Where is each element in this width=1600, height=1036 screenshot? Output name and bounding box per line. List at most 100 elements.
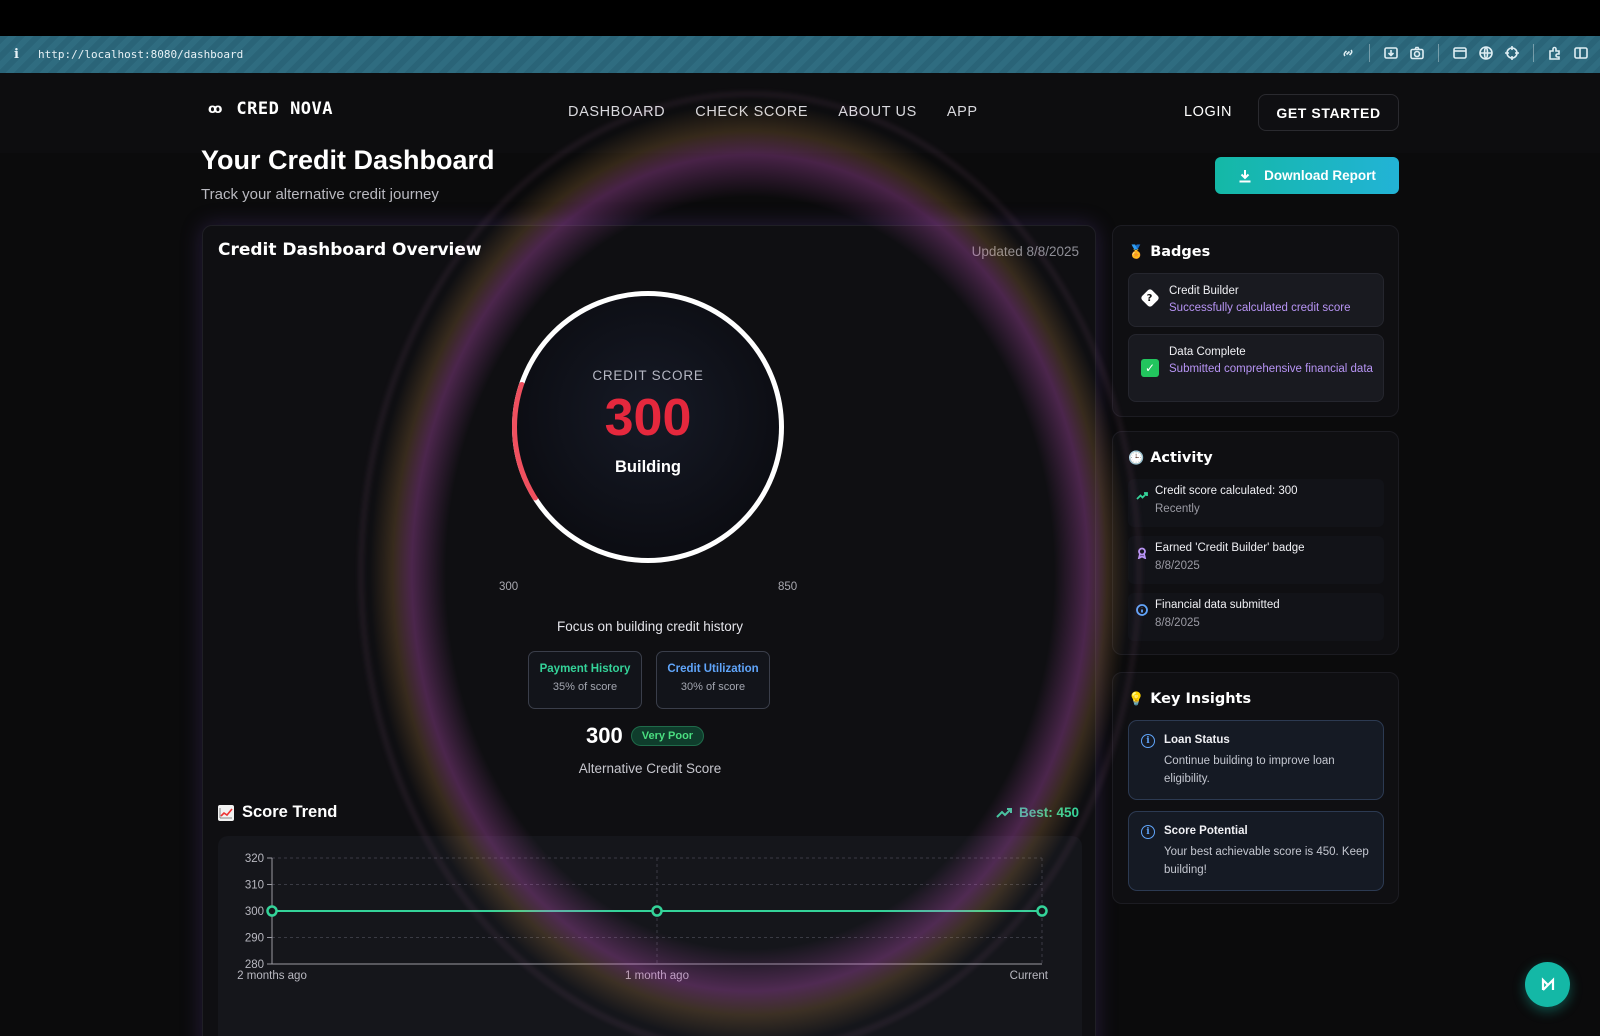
page: ꝏ CRED NOVA DASHBOARD CHECK SCORE ABOUT … xyxy=(0,73,1600,1036)
lightbulb-icon: 💡 xyxy=(1128,691,1145,707)
nav-link-check-score[interactable]: CHECK SCORE xyxy=(695,104,808,120)
check-icon: ✓ xyxy=(1141,359,1159,377)
logo[interactable]: ꝏ CRED NOVA xyxy=(208,99,333,119)
updated-date: Updated 8/8/2025 xyxy=(971,244,1079,259)
y-tick-label: 320 xyxy=(245,853,264,865)
terminal-icon[interactable] xyxy=(1451,44,1469,62)
score-trend-heading: Score Trend xyxy=(218,803,337,822)
y-tick-label: 300 xyxy=(245,906,264,918)
badge-name: Data Complete xyxy=(1169,346,1246,358)
activity-text: Financial data submitted xyxy=(1155,599,1280,611)
download-icon[interactable] xyxy=(1382,44,1400,62)
extensions-icon[interactable] xyxy=(1546,44,1564,62)
score-trend-title: Score Trend xyxy=(242,803,338,821)
toolbar-divider xyxy=(1533,44,1534,62)
os-top-bar xyxy=(0,0,1600,36)
badge-data-complete[interactable]: ✓ Data Complete Submitted comprehensive … xyxy=(1128,334,1384,402)
activity-title: Activity xyxy=(1150,450,1213,466)
activity-text: Credit score calculated: 300 xyxy=(1155,485,1298,497)
y-tick-label: 310 xyxy=(245,880,264,892)
diamond-icon: ? xyxy=(1140,288,1160,308)
trend-chart-svg: 2802903003103202 months ago 1 month ago Cu… xyxy=(237,853,1049,982)
clock-icon: 🕒 xyxy=(1128,450,1145,466)
assistant-fab-button[interactable] xyxy=(1525,962,1570,1007)
browser-toolbar xyxy=(1339,44,1590,62)
badges-title: Badges xyxy=(1150,244,1211,260)
crosshair-icon[interactable] xyxy=(1503,44,1521,62)
badge-description: Submitted comprehensive financial data xyxy=(1169,363,1373,375)
focus-message: Focus on building credit history xyxy=(556,619,744,634)
page-title: Your Credit Dashboard xyxy=(201,145,495,175)
info-circle-icon xyxy=(1136,601,1148,616)
factor-name: Credit Utilization xyxy=(667,663,759,675)
badges-heading: 🏅 Badges xyxy=(1128,244,1210,260)
login-link[interactable]: LOGIN xyxy=(1184,104,1232,120)
toolbar-divider xyxy=(1369,44,1370,62)
page-subtitle: Track your alternative credit journey xyxy=(201,186,439,203)
x-tick-label: Current xyxy=(1010,970,1049,982)
y-tick-label: 290 xyxy=(245,933,264,945)
x-tick-label: 1 month ago xyxy=(625,970,689,982)
activity-date: 8/8/2025 xyxy=(1155,617,1200,629)
activity-text: Earned 'Credit Builder' badge xyxy=(1155,542,1305,554)
camera-icon[interactable] xyxy=(1408,44,1426,62)
score-caption: Alternative Credit Score xyxy=(578,761,722,776)
activity-heading: 🕒 Activity xyxy=(1128,450,1213,466)
download-report-label: Download Report xyxy=(1264,168,1376,183)
assistant-logo-icon xyxy=(1541,976,1554,991)
factor-weight: 30% of score xyxy=(680,681,746,693)
score-number: 300 xyxy=(586,723,623,748)
insights-title: Key Insights xyxy=(1150,691,1252,707)
factor-payment-history: Payment History 35% of score xyxy=(528,651,642,709)
best-score-label: Best: 450 xyxy=(1018,805,1079,820)
factor-credit-utilization: Credit Utilization 30% of score xyxy=(656,651,770,709)
overview-title: Credit Dashboard Overview xyxy=(218,240,482,260)
nav-link-about-us[interactable]: ABOUT US xyxy=(838,104,917,120)
key-insights-card: 💡 Key Insights i Loan Status Continue bu… xyxy=(1112,672,1399,904)
x-tick-label: 2 months ago xyxy=(237,970,307,982)
chart-increasing-icon xyxy=(218,804,234,821)
browser-url-bar: i http://localhost:8080/dashboard xyxy=(0,36,1600,73)
insight-description: Continue building to improve loan eligib… xyxy=(1164,755,1335,785)
activity-item: Financial data submitted 8/8/2025 xyxy=(1128,593,1384,641)
award-icon xyxy=(1136,544,1148,560)
nav-link-app[interactable]: APP xyxy=(947,104,978,120)
info-circle-icon: i xyxy=(1141,734,1155,748)
factor-name: Payment History xyxy=(539,663,631,675)
badge-description: Successfully calculated credit score xyxy=(1169,302,1351,314)
globe-icon[interactable] xyxy=(1477,44,1495,62)
data-point xyxy=(266,905,278,917)
badge-credit-builder[interactable]: ? Credit Builder Successfully calculated… xyxy=(1128,273,1384,327)
activity-item: Earned 'Credit Builder' badge 8/8/2025 xyxy=(1128,536,1384,584)
gauge-range-max: 850 xyxy=(778,581,798,593)
download-report-button[interactable]: Download Report xyxy=(1215,157,1399,194)
info-icon[interactable]: i xyxy=(14,47,28,62)
badges-card: 🏅 Badges ? Credit Builder Successfully c… xyxy=(1112,225,1399,417)
download-icon xyxy=(1239,169,1251,182)
trending-up-icon xyxy=(1136,487,1148,500)
url-text[interactable]: http://localhost:8080/dashboard xyxy=(38,48,243,61)
score-trend-chart: 280 290 300 310 320 2 months ago 1 month ago Cu… xyxy=(218,836,1082,1036)
data-point xyxy=(651,905,663,917)
data-point xyxy=(1036,905,1048,917)
gauge-label: CREDIT SCORE xyxy=(592,368,704,383)
insight-loan-status: i Loan Status Continue building to impro… xyxy=(1128,720,1384,800)
nav-link-dashboard[interactable]: DASHBOARD xyxy=(568,104,665,120)
insight-score-potential: i Score Potential Your best achievable s… xyxy=(1128,811,1384,891)
gauge-status: Building xyxy=(615,458,681,476)
top-nav: ꝏ CRED NOVA DASHBOARD CHECK SCORE ABOUT … xyxy=(0,73,1600,153)
logo-icon: ꝏ xyxy=(208,101,223,117)
get-started-button[interactable]: GET STARTED xyxy=(1258,94,1399,131)
link-icon[interactable] xyxy=(1339,44,1357,62)
sidebar-icon[interactable] xyxy=(1572,44,1590,62)
trending-up-icon xyxy=(996,807,1012,818)
best-score: Best: 450 xyxy=(996,805,1079,820)
factor-weight: 35% of score xyxy=(552,681,618,693)
score-rating-badge: Very Poor xyxy=(630,726,705,746)
gauge-range-min: 300 xyxy=(499,581,519,593)
insight-name: Score Potential xyxy=(1164,825,1248,837)
logo-text: CRED NOVA xyxy=(236,99,334,119)
gauge-score-value: 300 xyxy=(604,389,692,447)
activity-date: Recently xyxy=(1155,503,1200,515)
insight-description: Your best achievable score is 450. Keep … xyxy=(1164,846,1369,876)
